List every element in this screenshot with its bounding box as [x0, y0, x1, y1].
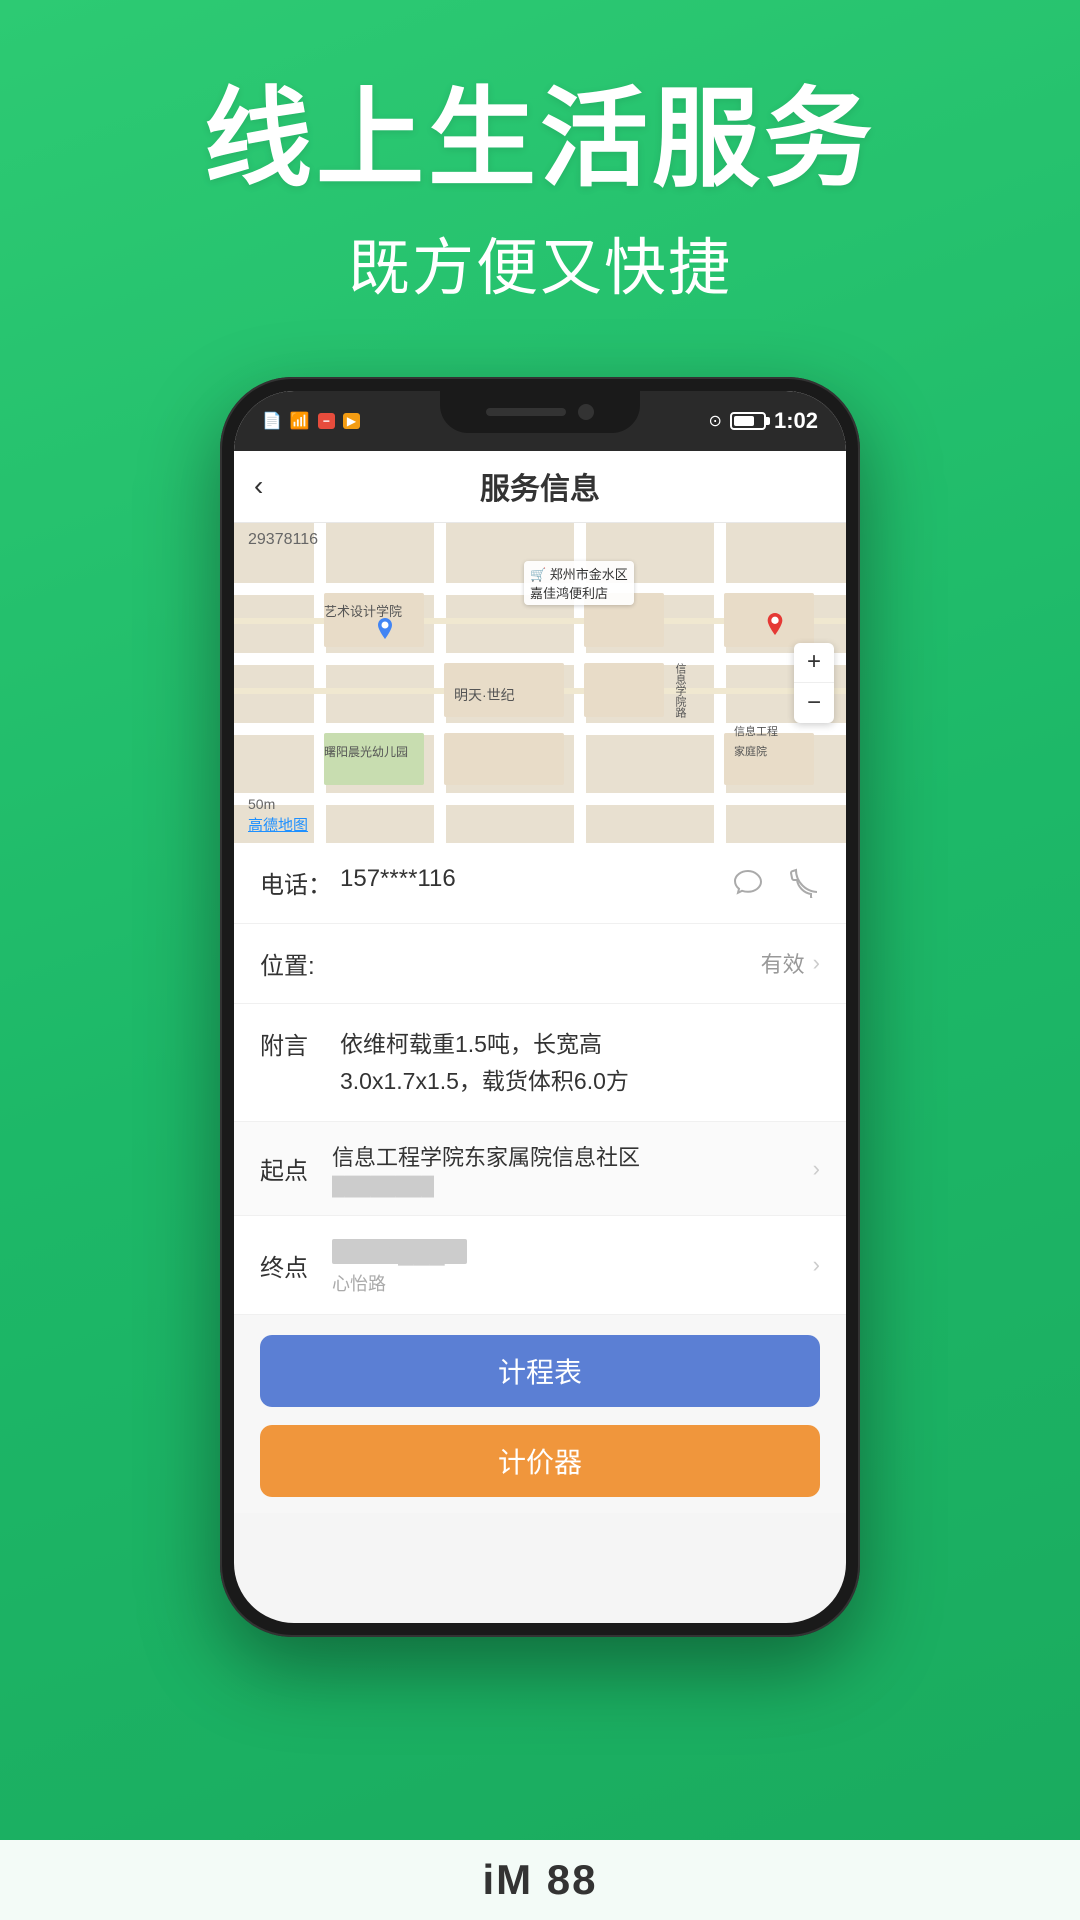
status-bar: 📄 📶 − ▶ ⊙ 1:02 [234, 391, 846, 451]
minus-red-icon: − [318, 413, 335, 429]
zoom-out-button[interactable]: − [794, 683, 834, 723]
map-label-road1: 信息学院路 [672, 663, 688, 718]
contact-icons [730, 865, 820, 901]
map-zoom-controls[interactable]: + − [794, 643, 834, 723]
map-block [724, 733, 814, 785]
phone-row: 电话： 157****116 [234, 843, 846, 924]
notch [440, 391, 640, 433]
start-chevron-icon[interactable]: › [813, 1156, 820, 1182]
chevron-right-icon[interactable]: › [813, 950, 820, 976]
battery-fill [734, 416, 754, 426]
phone-mockup: 📄 📶 − ▶ ⊙ 1:02 ‹ [0, 377, 1080, 1637]
location-label: 位置: [260, 946, 340, 981]
location-pin-red [764, 613, 786, 641]
end-content: 心怡路███号 心怡路 [332, 1234, 805, 1296]
map-label-kindergarten: 曙阳晨光幼儿园 [324, 743, 408, 760]
map-road [714, 523, 726, 843]
start-point-row: 起点 信息工程学院东家属院信息社区 ████████ › [234, 1122, 846, 1216]
battery-icon [730, 412, 766, 430]
phone-value: 157****116 [340, 865, 730, 893]
camera [578, 404, 594, 420]
map-label-tomorrow: 明天·世纪 [454, 685, 515, 705]
map-road [314, 523, 326, 843]
schedule-button[interactable]: 计程表 [260, 1335, 820, 1407]
bottom-bar: iM 88 [0, 1840, 1080, 1920]
map-block [584, 663, 664, 717]
page-title: 服务信息 [480, 464, 600, 508]
status-icons-left: 📄 📶 − ▶ [262, 411, 360, 431]
end-label: 终点 [260, 1248, 332, 1283]
document-icon: 📄 [262, 411, 282, 431]
start-address: 信息工程学院东家属院信息社区 [332, 1140, 805, 1172]
map-label-road3: 家庭院 [734, 743, 767, 759]
hero-section: 线上生活服务 既方便又快捷 [0, 0, 1080, 347]
phone-screen: 📄 📶 − ▶ ⊙ 1:02 ‹ [234, 391, 846, 1623]
speaker [486, 408, 566, 416]
start-label: 起点 [260, 1151, 332, 1186]
start-sub: ████████ [332, 1176, 805, 1197]
map-label-road2: 信息工程 [734, 723, 778, 739]
start-content: 信息工程学院东家属院信息社区 ████████ [332, 1140, 805, 1197]
info-area: 电话： 157****116 [234, 843, 846, 1514]
status-time: 1:02 [774, 408, 818, 434]
note-label: 附言 [260, 1026, 340, 1061]
map-brand: 50m 高德地图 [248, 796, 308, 835]
end-point-row: 终点 心怡路███号 心怡路 › [234, 1216, 846, 1315]
hero-title: 线上生活服务 [0, 80, 1080, 199]
note-value: 依维柯载重1.5吨，长宽高 3.0x1.7x1.5，载货体积6.0方 [340, 1026, 629, 1100]
store-label: 🛒 郑州市金水区嘉佳鸿便利店 [524, 561, 634, 605]
back-button[interactable]: ‹ [254, 470, 263, 502]
status-icons-right: ⊙ 1:02 [709, 408, 818, 434]
location-pin-blue [374, 618, 396, 646]
location-row: 位置: 有效 › [234, 924, 846, 1004]
end-chevron-icon[interactable]: › [813, 1252, 820, 1278]
hero-subtitle: 既方便又快捷 [0, 217, 1080, 307]
phone-label: 电话： [260, 865, 340, 900]
location-icon: ⊙ [709, 411, 722, 431]
phone-frame: 📄 📶 − ▶ ⊙ 1:02 ‹ [220, 377, 860, 1637]
end-sub: 心怡路 [332, 1270, 805, 1296]
button-area: 计程表 计价器 [234, 1315, 846, 1513]
note-row: 附言 依维柯载重1.5吨，长宽高 3.0x1.7x1.5，载货体积6.0方 [234, 1004, 846, 1123]
wifi-icon: 📶 [290, 411, 310, 431]
zoom-in-button[interactable]: + [794, 643, 834, 683]
map-block [444, 733, 564, 785]
map-id: 29378116 [248, 531, 318, 549]
end-address: 心怡路███号 [332, 1234, 805, 1266]
map-background: 艺术设计学院 曙阳晨光幼儿园 明天·世纪 信息学院路 信息工程 家庭院 2937… [234, 523, 846, 843]
call-icon[interactable] [784, 865, 820, 901]
map-area[interactable]: 艺术设计学院 曙阳晨光幼儿园 明天·世纪 信息学院路 信息工程 家庭院 2937… [234, 523, 846, 843]
play-orange-icon: ▶ [343, 413, 360, 429]
calculator-button[interactable]: 计价器 [260, 1425, 820, 1497]
chat-icon[interactable] [730, 865, 766, 901]
app-header: ‹ 服务信息 [234, 451, 846, 523]
location-status: 有效 [761, 947, 805, 979]
bottom-bar-text: iM 88 [482, 1856, 597, 1904]
